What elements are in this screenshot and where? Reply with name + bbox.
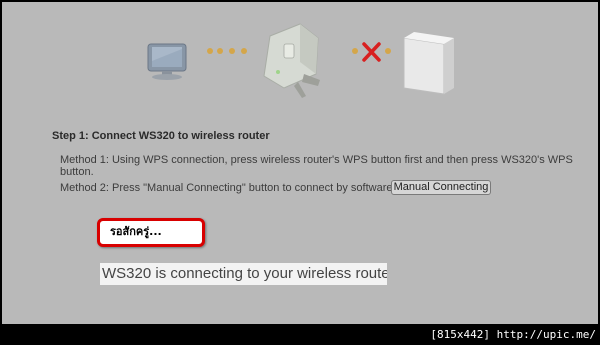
wireless-router-icon [403,32,454,95]
manual-connecting-button[interactable]: Manual Connecting [391,180,491,195]
connection-illustration [147,23,454,98]
method1-text: Method 1: Using WPS connection, press wi… [60,154,573,178]
link-dots-left [207,48,247,54]
wait-popup: รอสักครู่... [97,218,205,247]
computer-monitor-icon [147,43,187,80]
watermark: [815x442] http://upic.me/ [430,328,596,341]
ws320-repeater-icon [263,23,320,98]
step-title: Step 1: Connect WS320 to wireless router [52,130,270,142]
setup-screen: Step 1: Connect WS320 to wireless router… [0,0,600,326]
error-x-icon [362,42,381,62]
connection-status-text: WS320 is connecting to your wireless rou… [100,263,387,285]
method2-text: Method 2: Press "Manual Connecting" butt… [60,182,396,194]
